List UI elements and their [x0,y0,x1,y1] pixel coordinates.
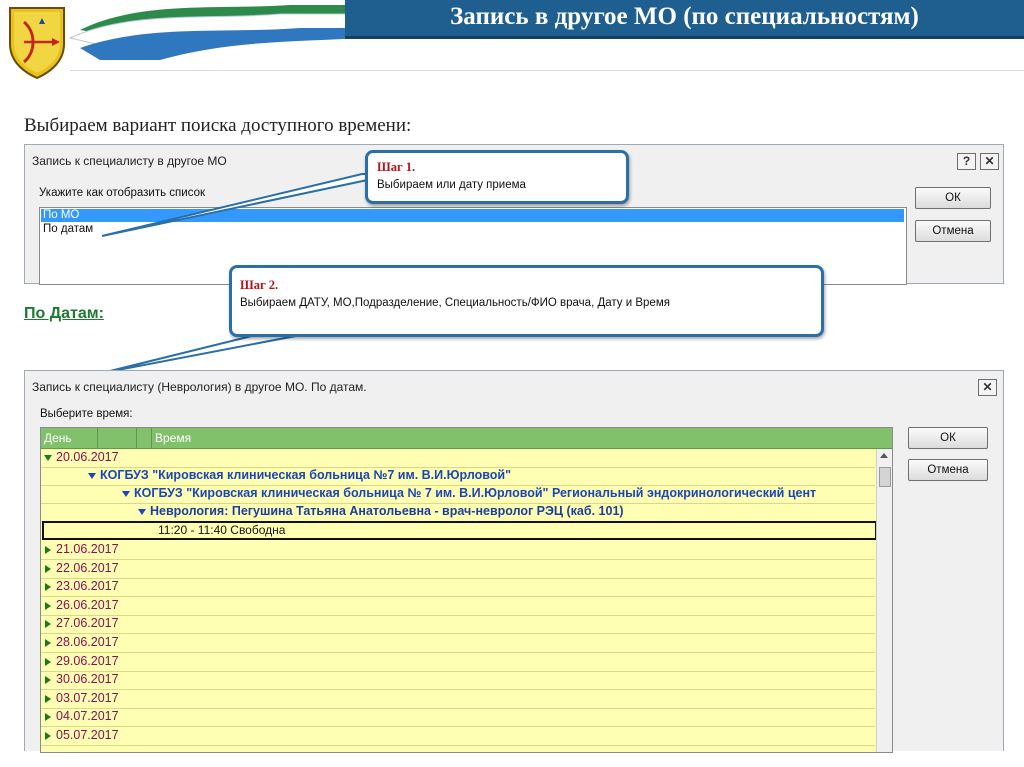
collapsed-arrow-icon[interactable] [45,713,51,722]
date-row[interactable]: 05.07.2017 [41,727,875,746]
date-row[interactable]: 27.06.2017 [41,615,875,635]
date-row-expanded[interactable]: 20.06.2017 [41,449,875,468]
list-item-by-dates[interactable]: По датам [41,223,93,236]
expand-arrow-icon[interactable] [88,473,96,479]
column-divider [151,428,152,448]
callout-step1-text: Выбираем или дату приема [377,179,526,191]
expand-arrow-icon[interactable] [138,509,146,515]
date-row[interactable]: 30.06.2017 [41,671,875,691]
slide-subtitle: Выбираем вариант поиска доступного време… [24,115,412,136]
dialog-title: Запись к специалисту в другое МО [32,154,227,168]
time-grid: День Время 20.06.2017 КОГБУЗ "Кировская … [40,427,893,753]
scroll-up-arrow-icon[interactable] [880,453,888,458]
divider [70,70,1024,71]
date-label: 23.06.2017 [56,579,119,594]
collapsed-arrow-icon[interactable] [45,620,51,629]
collapsed-arrow-icon[interactable] [45,694,51,703]
callout-step2: Шаг 2. Выбираем ДАТУ, МО,Подразделение, … [229,265,824,337]
expand-arrow-icon[interactable] [44,455,52,461]
ok-button[interactable]: ОК [908,427,988,449]
dialog-record-by-dates: Запись к специалисту (Неврология) в друг… [24,370,1004,753]
collapsed-arrow-icon[interactable] [45,676,51,685]
date-label: 03.07.2017 [56,690,119,705]
column-divider [97,428,98,448]
time-slot-row[interactable]: 11:20 - 11:40 Свободна [42,521,877,540]
date-row[interactable]: 28.06.2017 [41,634,875,653]
column-header-day[interactable]: День [44,431,72,445]
cancel-button[interactable]: Отмена [915,220,991,242]
close-button[interactable]: ✕ [978,379,997,396]
date-label: 29.06.2017 [56,653,119,668]
ok-button[interactable]: ОК [915,187,991,209]
date-row[interactable]: 29.06.2017 [41,653,875,672]
date-row[interactable]: 22.06.2017 [41,560,875,579]
date-row[interactable]: 26.06.2017 [41,597,875,616]
callout-step2-title: Шаг 2. [240,278,279,292]
column-divider [136,428,137,448]
callout-step1-title: Шаг 1. [377,160,416,174]
department-label: Неврология: Пегушина Татьяна Анатольевна… [150,504,624,518]
date-label: 04.07.2017 [56,709,119,724]
collapsed-arrow-icon[interactable] [45,639,51,647]
date-label: 20.06.2017 [56,450,119,464]
callout-step2-text: Выбираем ДАТУ, МО,Подразделение, Специал… [240,297,670,309]
date-row[interactable]: 04.07.2017 [41,708,875,728]
dialog-title: Запись к специалисту (Неврология) в друг… [32,380,367,394]
by-dates-label: По Датам: [24,305,104,322]
help-button[interactable]: ? [957,153,976,170]
grid-header: День Время [41,428,892,449]
date-label: 30.06.2017 [56,672,119,687]
date-row[interactable]: 03.07.2017 [41,690,875,709]
coat-of-arms-logo [9,7,65,80]
callout-step1: Шаг 1. Выбираем или дату приема [365,150,629,204]
time-slot-label: 11:20 - 11:40 Свободна [158,523,286,537]
date-label: 28.06.2017 [56,635,119,649]
date-row[interactable]: 23.06.2017 [41,578,875,598]
subdivision-label: КОГБУЗ "Кировская клиническая больница №… [134,486,817,500]
decorative-ribbon [68,5,360,60]
time-prompt: Выберите время: [40,408,133,420]
collapsed-arrow-icon[interactable] [45,583,51,592]
close-button[interactable]: ✕ [980,153,999,170]
collapsed-arrow-icon[interactable] [45,732,51,740]
slide-title: Запись в другое МО (по специальностям) [450,3,919,30]
mo-row[interactable]: КОГБУЗ "Кировская клиническая больница №… [41,467,875,486]
collapsed-arrow-icon[interactable] [45,601,51,610]
column-header-time[interactable]: Время [155,431,191,445]
expand-arrow-icon[interactable] [122,491,130,497]
collapsed-arrow-icon[interactable] [45,546,51,554]
collapsed-arrow-icon[interactable] [45,564,51,573]
date-row[interactable]: 21.06.2017 [41,541,875,560]
date-label: 27.06.2017 [56,616,119,631]
mo-label: КОГБУЗ "Кировская клиническая больница №… [100,468,511,482]
vertical-scrollbar[interactable] [876,449,892,752]
cancel-button[interactable]: Отмена [908,459,988,481]
date-label: 21.06.2017 [56,542,119,556]
date-label: 26.06.2017 [56,597,119,612]
date-label: 05.07.2017 [56,728,119,742]
collapsed-arrow-icon[interactable] [45,657,51,666]
callout-pointer-step1 [101,173,397,237]
grid-rows: 20.06.2017 КОГБУЗ "Кировская клиническая… [41,449,877,752]
date-label: 22.06.2017 [56,560,119,575]
subdivision-row[interactable]: КОГБУЗ "Кировская клиническая больница №… [41,485,875,504]
department-row[interactable]: Неврология: Пегушина Татьяна Анатольевна… [41,503,875,522]
scrollbar-thumb[interactable] [879,467,891,487]
